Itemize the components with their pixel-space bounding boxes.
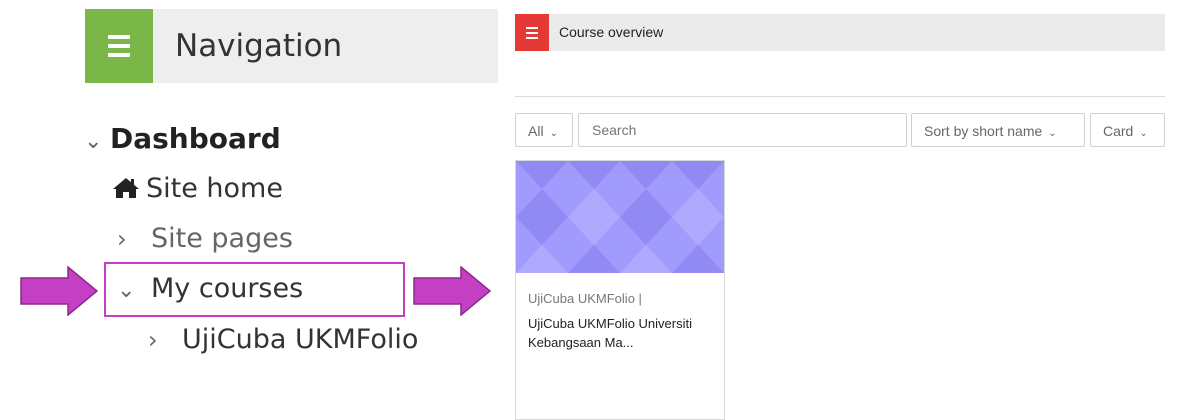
chevron-down-icon: ⌄ [117,278,136,303]
navigation-title: Navigation [175,28,343,64]
navigation-block-header: Navigation [85,9,498,83]
course-card[interactable]: UjiCuba UKMFolio | UjiCuba UKMFolio Univ… [515,160,725,420]
divider [515,96,1165,97]
chevron-down-icon: ⌄ [1048,128,1057,139]
view-label: Card [1103,123,1134,139]
hamburger-menu-icon[interactable] [515,14,549,51]
course-category: UjiCuba UKMFolio | [528,291,642,306]
nav-item-my-courses[interactable]: ⌄ My courses [117,271,303,307]
arrow-right-icon [413,266,491,316]
chevron-down-icon: ⌄ [1139,128,1148,139]
sort-label: Sort by short name [924,123,1043,139]
chevron-down-icon: ⌄ [84,129,103,154]
nav-item-label: UjiCuba UKMFolio [182,324,419,355]
nav-item-label: Site home [146,173,283,204]
nav-item-label: Site pages [151,223,293,254]
arrow-right-icon [20,266,98,316]
filter-dropdown[interactable]: All ⌄ [515,113,573,147]
course-image[interactable] [516,161,724,273]
view-dropdown[interactable]: Card ⌄ [1090,113,1165,147]
nav-item-site-home[interactable]: Site home [112,171,283,207]
chevron-right-icon: › [148,326,158,354]
hamburger-menu-icon[interactable] [85,9,153,83]
home-icon [113,178,139,198]
course-overview-title: Course overview [559,24,664,40]
nav-item-dashboard[interactable]: ⌄ Dashboard [84,120,281,158]
nav-item-ujicuba-ukmfolio[interactable]: › UjiCuba UKMFolio [148,322,418,358]
nav-item-label: My courses [151,273,304,304]
sort-dropdown[interactable]: Sort by short name ⌄ [911,113,1085,147]
course-name[interactable]: UjiCuba UKMFolio Universiti Kebangsaan M… [528,314,718,352]
chevron-right-icon: › [117,225,127,253]
nav-item-label: Dashboard [110,122,281,155]
course-overview-header: Course overview [515,14,1165,51]
nav-item-site-pages[interactable]: › Site pages [117,221,293,257]
search-input[interactable] [578,113,907,147]
chevron-down-icon: ⌄ [549,128,558,139]
filter-label: All [528,123,544,139]
